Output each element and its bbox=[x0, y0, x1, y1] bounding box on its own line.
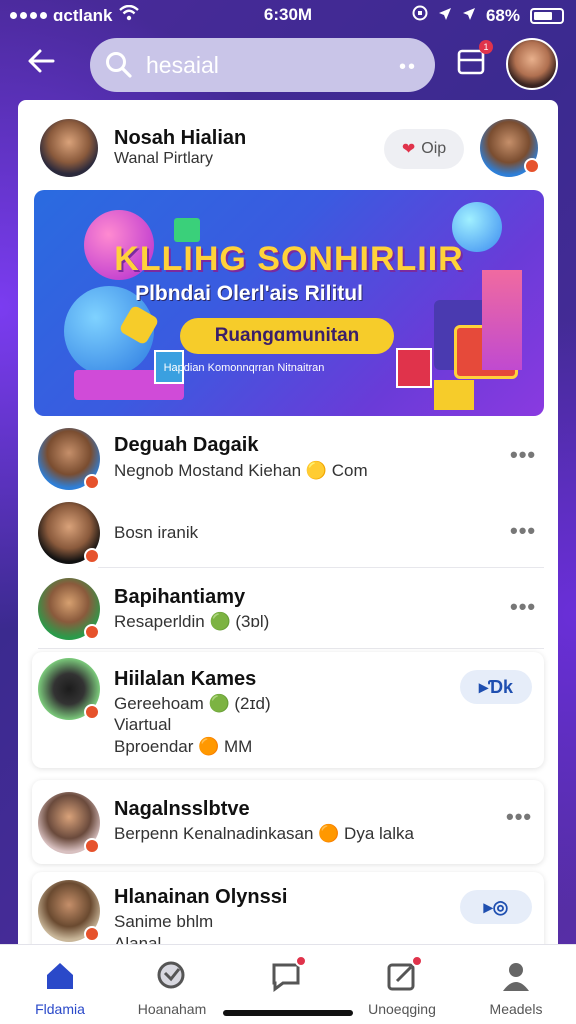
search-bar[interactable]: hesaial •• bbox=[90, 38, 435, 92]
contact-subtitle: Wanal Pirtlary bbox=[114, 150, 213, 167]
tab-profile[interactable]: Meadels bbox=[466, 959, 566, 1017]
search-icon bbox=[106, 52, 132, 78]
item-subtitle: Bosn iranik bbox=[114, 523, 199, 542]
card-name: Hiilalan Kames bbox=[114, 668, 257, 690]
banner-subtitle: Plbndai Olerl'ais Rilitul bbox=[135, 282, 363, 305]
feed-panel: Nosah Hialian Wanal Pirtlary ❤ Oip KLLIH… bbox=[18, 100, 558, 950]
notification-dot bbox=[295, 955, 307, 967]
battery-icon bbox=[530, 7, 564, 24]
tab-label: Meadels bbox=[489, 1001, 543, 1017]
card-line-1: Berpenn Kenalnadinkasan 🟠 Dya lalka bbox=[114, 824, 414, 843]
location-icon bbox=[438, 6, 452, 26]
card-line-2: Viartual bbox=[114, 715, 172, 734]
profile-icon bbox=[499, 959, 533, 993]
tab-label: Unoeqging bbox=[368, 1001, 436, 1017]
card-name: Nagalnsslbtve bbox=[114, 798, 250, 820]
more-options-icon[interactable]: ••• bbox=[510, 442, 536, 468]
orientation-lock-icon bbox=[412, 5, 428, 26]
back-button[interactable] bbox=[26, 46, 66, 82]
location-icon-2 bbox=[462, 6, 476, 26]
live-badge-icon bbox=[84, 624, 100, 640]
top-contact[interactable]: Nosah Hialian Wanal Pirtlary ❤ Oip bbox=[18, 100, 558, 186]
avatar bbox=[40, 119, 98, 177]
tab-chat[interactable] bbox=[236, 955, 336, 1001]
inbox-button[interactable]: 1 bbox=[455, 40, 493, 78]
list-item[interactable]: Deguah Dagaik Negnob Mostand Kiehan 🟡 Co… bbox=[18, 420, 558, 490]
live-badge-icon bbox=[84, 548, 100, 564]
camera-button[interactable]: ▸◎ bbox=[460, 890, 532, 924]
battery-percent: 68% bbox=[485, 5, 520, 25]
more-options-icon[interactable]: ••• bbox=[510, 594, 536, 620]
card-line-1: Gereehoam 🟢 (2ɪd) bbox=[114, 694, 271, 713]
profile-avatar[interactable] bbox=[506, 38, 558, 90]
card-line-3: Bproendar 🟠 MM bbox=[114, 737, 253, 756]
search-options-icon[interactable]: •• bbox=[399, 56, 417, 79]
more-options-icon[interactable]: ••• bbox=[506, 804, 532, 830]
more-options-icon[interactable]: ••• bbox=[510, 518, 536, 544]
search-input[interactable]: hesaial bbox=[146, 52, 219, 79]
live-badge-icon bbox=[84, 704, 100, 720]
app-header: hesaial •• 1 bbox=[0, 34, 576, 96]
tab-compose[interactable]: Unoeqging bbox=[352, 955, 452, 1017]
follow-button[interactable]: ❤ Oip bbox=[384, 129, 464, 169]
home-indicator bbox=[223, 1010, 353, 1016]
live-badge-icon bbox=[84, 838, 100, 854]
home-icon bbox=[43, 959, 77, 993]
post-card[interactable]: Hlanainan Olynssi Sanime bhlm Alanal ▸◎ bbox=[32, 872, 544, 950]
decor-building bbox=[482, 270, 522, 370]
promo-banner[interactable]: KLLIHG SONHIRLIIR Plbndai Olerl'ais Rili… bbox=[34, 190, 544, 416]
tab-label: Hoanaham bbox=[137, 1001, 207, 1017]
item-subtitle: Negnob Mostand Kiehan 🟡 Com bbox=[114, 461, 368, 480]
banner-caption: Hapdian Komonnqrran Nitnaitran bbox=[163, 362, 325, 374]
live-badge-icon bbox=[84, 926, 100, 942]
live-badge-icon bbox=[524, 158, 540, 174]
tab-home[interactable]: Fldamia bbox=[10, 959, 110, 1017]
status-bar: ɑctlank 6:30M 68% bbox=[0, 0, 576, 30]
item-name: Bapihantiamy bbox=[114, 586, 246, 608]
divider bbox=[98, 567, 544, 568]
tab-label: Fldamia bbox=[35, 1001, 85, 1017]
arrow-left-icon bbox=[28, 49, 55, 73]
post-card[interactable]: Hiilalan Kames Gereehoam 🟢 (2ɪd) Viartua… bbox=[32, 652, 544, 768]
banner-cta-button[interactable]: Ruangɑmunitan bbox=[180, 318, 394, 354]
explore-icon bbox=[155, 959, 189, 993]
list-item[interactable]: Bapihantiamy Resaperldin 🟢 (3ɒl) ••• bbox=[18, 574, 558, 646]
live-badge-icon bbox=[84, 474, 100, 490]
post-card[interactable]: Nagalnsslbtve Berpenn Kenalnadinkasan 🟠 … bbox=[32, 780, 544, 864]
divider bbox=[38, 648, 544, 649]
card-line-1: Sanime bhlm bbox=[114, 912, 214, 931]
follow-label: Oip bbox=[421, 140, 447, 157]
item-subtitle: Resaperldin 🟢 (3ɒl) bbox=[114, 612, 270, 631]
item-name: Deguah Dagaik bbox=[114, 434, 259, 456]
banner-title: KLLIHG SONHIRLIIR bbox=[114, 240, 464, 278]
contact-name: Nosah Hialian bbox=[114, 127, 247, 149]
list-item[interactable]: Bosn iranik ••• bbox=[18, 498, 558, 568]
tab-explore[interactable]: Hoanaham bbox=[122, 959, 222, 1017]
card-name: Hlanainan Olynssi bbox=[114, 886, 288, 908]
compose-icon bbox=[385, 955, 423, 993]
heart-icon: ❤ bbox=[401, 141, 416, 158]
video-call-button[interactable]: ▸Ɗk bbox=[460, 670, 532, 704]
chat-icon bbox=[269, 955, 307, 993]
decor-cube bbox=[174, 218, 200, 242]
inbox-badge: 1 bbox=[479, 40, 493, 54]
notification-dot bbox=[411, 955, 423, 967]
gift-icon bbox=[434, 380, 474, 410]
status-icons: 68% bbox=[412, 5, 564, 26]
